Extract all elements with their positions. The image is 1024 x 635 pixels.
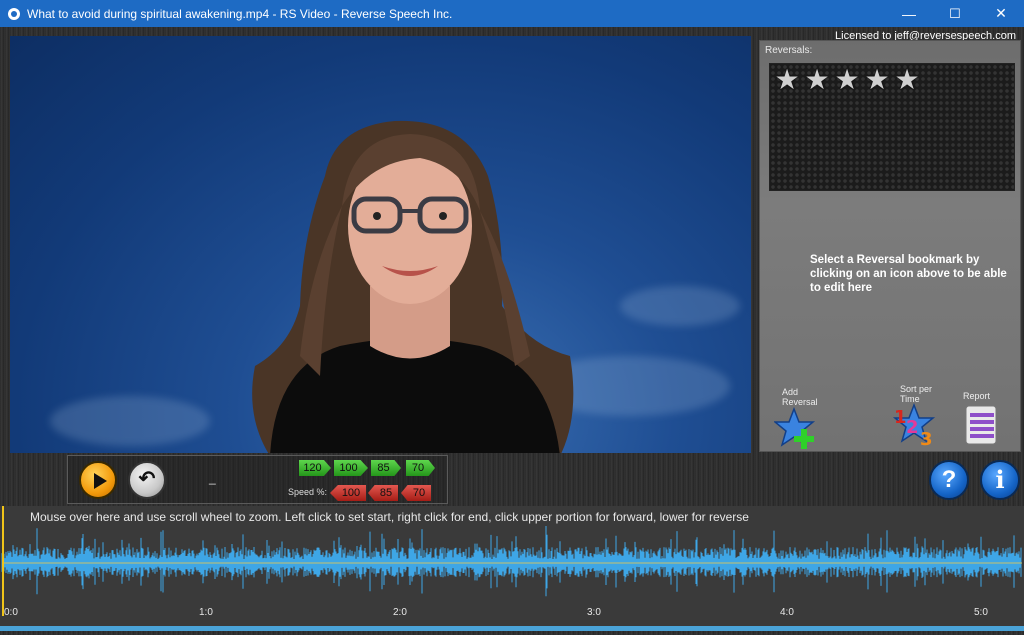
info-icon: i [995, 465, 1005, 494]
time-tick: 3:0 [587, 607, 601, 618]
forward-speed-120-button[interactable]: 120 [299, 460, 331, 476]
report-icon[interactable] [963, 405, 1001, 447]
speaker-video-frame [252, 120, 574, 453]
minimize-button[interactable]: — [886, 0, 932, 27]
help-icon: ? [941, 466, 957, 493]
reversals-label: Reversals: [765, 45, 813, 56]
speed-label: Speed %: [288, 487, 328, 497]
maximize-button[interactable]: ☐ [932, 0, 978, 27]
window-title: What to avoid during spiritual awakening… [27, 6, 453, 21]
reversal-bookmarks-area[interactable]: ★ ★ ★ ★ ★ [769, 63, 1015, 191]
forward-speed-85-button[interactable]: 85 [371, 460, 401, 476]
reversals-panel: Reversals: ★ ★ ★ ★ ★ Select a Reversal b… [759, 40, 1021, 452]
star-icon[interactable]: ★ [833, 66, 861, 94]
star-icon[interactable]: ★ [803, 66, 831, 94]
star-icon[interactable]: ★ [863, 66, 891, 94]
time-tick: 2:0 [393, 607, 407, 618]
time-tick: 0:0 [4, 607, 18, 618]
timeline-scrollbar[interactable] [0, 626, 1024, 631]
star-icon[interactable]: ★ [773, 66, 801, 94]
loop-back-button[interactable]: ↶ [128, 461, 166, 499]
svg-text:2: 2 [906, 417, 919, 438]
waveform-timeline[interactable]: Mouse over here and use scroll wheel to … [0, 506, 1024, 630]
video-player[interactable] [10, 36, 751, 453]
report-label: Report [963, 391, 991, 401]
reverse-speed-70-button[interactable]: 70 [401, 485, 431, 501]
svg-text:3: 3 [920, 429, 933, 447]
forward-speed-70-button[interactable]: 70 [406, 460, 435, 476]
help-button[interactable]: ? [929, 460, 969, 500]
app-icon [8, 7, 20, 20]
playback-controls: ↶ _ 120 100 85 70 Speed %: 100 85 70 [67, 455, 448, 504]
svg-text:1: 1 [894, 407, 907, 428]
rating-stars[interactable]: ★ ★ ★ ★ ★ [773, 66, 921, 94]
sort-per-time-icon[interactable]: 1 2 3 [892, 403, 938, 447]
star-icon[interactable]: ★ [893, 66, 921, 94]
time-tick: 4:0 [780, 607, 794, 618]
audio-waveform[interactable] [0, 506, 1024, 630]
time-tick: 1:0 [199, 607, 213, 618]
title-bar: What to avoid during spiritual awakening… [0, 0, 1024, 27]
reverse-speed-100-button[interactable]: 100 [330, 485, 366, 501]
play-button[interactable] [79, 461, 117, 499]
time-tick: 5:0 [974, 607, 988, 618]
waveform-hint: Mouse over here and use scroll wheel to … [30, 510, 749, 524]
close-button[interactable]: ✕ [978, 0, 1024, 27]
forward-speed-100-button[interactable]: 100 [334, 460, 368, 476]
position-indicator: _ [209, 471, 216, 485]
info-button[interactable]: i [980, 460, 1020, 500]
reverse-speed-85-button[interactable]: 85 [368, 485, 398, 501]
reversal-edit-hint: Select a Reversal bookmark by clicking o… [810, 254, 1007, 294]
add-reversal-label: Add Reversal [782, 387, 818, 407]
add-reversal-icon[interactable] [774, 407, 820, 451]
sort-per-time-label: Sort per Time [900, 384, 933, 404]
